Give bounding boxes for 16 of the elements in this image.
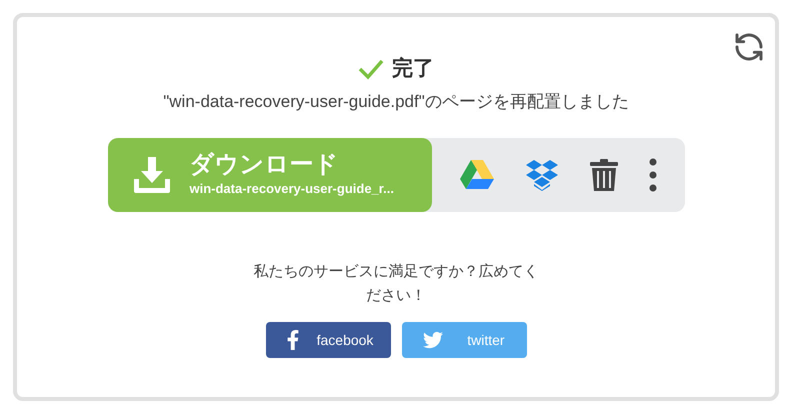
bird-icon bbox=[423, 330, 444, 350]
refresh-icon[interactable] bbox=[733, 31, 765, 63]
more-icon[interactable] bbox=[649, 158, 658, 192]
status-title: 完了 bbox=[392, 56, 434, 82]
download-icon bbox=[132, 155, 172, 195]
status-message: "win-data-recovery-user-guide.pdf"のページを再配置しました bbox=[163, 90, 629, 112]
drive-icon[interactable] bbox=[458, 159, 495, 191]
dropbox-icon[interactable] bbox=[524, 159, 559, 191]
download-filename: win-data-recovery-user-guide_r... bbox=[190, 180, 394, 198]
check-icon bbox=[358, 58, 384, 80]
download-button[interactable]: ダウンロード win-data-recovery-user-guide_r... bbox=[108, 138, 432, 212]
share-prompt: 私たちのサービスに満足ですか？広めてください！ bbox=[252, 262, 540, 306]
download-label: ダウンロード bbox=[190, 151, 340, 180]
trash-icon[interactable] bbox=[589, 158, 620, 192]
facebook-button[interactable]: facebook bbox=[266, 322, 390, 358]
twitter-button[interactable]: twitter bbox=[402, 322, 526, 358]
